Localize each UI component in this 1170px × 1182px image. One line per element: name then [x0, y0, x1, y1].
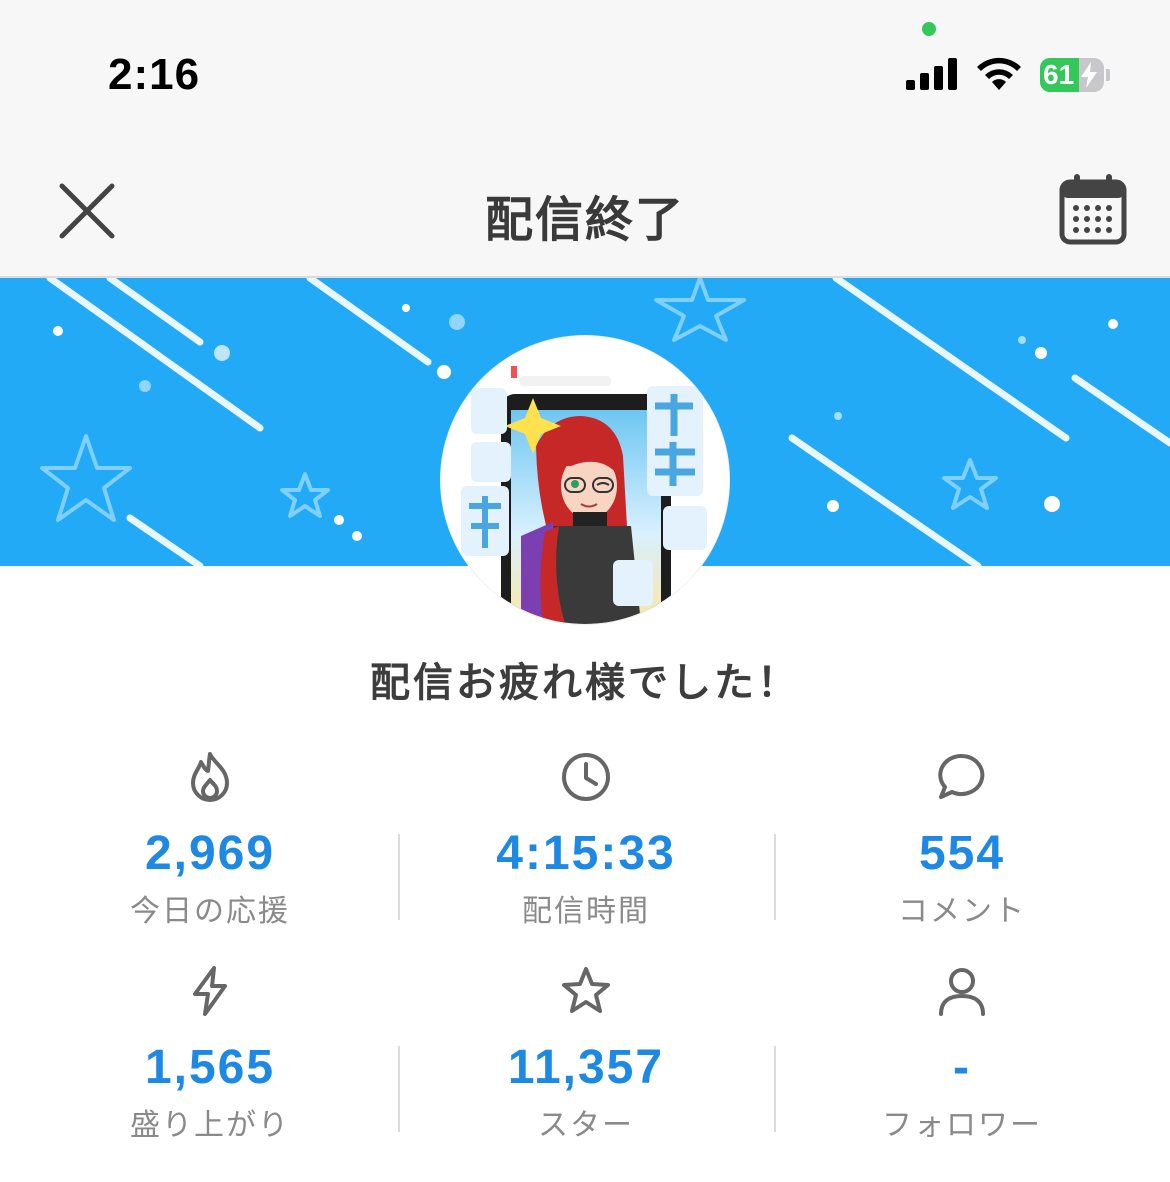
lightning-icon: [193, 966, 227, 1016]
privacy-indicator-dot: [922, 22, 936, 36]
status-time: 2:16: [108, 50, 201, 99]
stat-value: 4:15:33: [496, 827, 676, 880]
star-icon: [562, 967, 610, 1013]
stat-label: フォロワー: [882, 1108, 1042, 1143]
battery-level: 61: [1043, 59, 1075, 90]
stream-end-screen: 2:16 61 配信終了 配信お疲れ様でした！ 2,969 今日の応援 4:15…: [0, 0, 1170, 1182]
stat-stars: 11,357 スター: [398, 964, 774, 1143]
stat-label: 盛り上がり: [130, 1108, 290, 1143]
stat-comments: 554 コメント: [774, 750, 1150, 929]
stat-label: スター: [538, 1108, 634, 1143]
stat-value: 1,565: [144, 1041, 276, 1094]
charging-bolt-icon: [1081, 62, 1097, 88]
status-bar: 2:16 61: [0, 0, 1170, 142]
stat-stream-duration: 4:15:33 配信時間: [398, 750, 774, 929]
stat-value: 2,969: [144, 827, 276, 880]
stat-label: 今日の応援: [130, 894, 290, 929]
calendar-icon: [1059, 174, 1127, 245]
stat-excitement: 1,565 盛り上がり: [22, 964, 398, 1143]
stat-label: コメント: [898, 894, 1026, 929]
stat-value: -: [953, 1041, 971, 1094]
clock-icon: [562, 753, 610, 801]
stat-label: 配信時間: [522, 894, 650, 929]
flame-icon: [191, 752, 229, 802]
page-title: 配信終了: [484, 192, 685, 248]
nav-bar: 配信終了: [0, 142, 1170, 278]
stat-followers: - フォロワー: [774, 964, 1150, 1143]
stat-value: 11,357: [507, 1041, 665, 1094]
comment-icon: [938, 753, 985, 799]
thanks-message: 配信お疲れ様でした！: [370, 660, 800, 706]
wifi-icon: [977, 57, 1021, 90]
calendar-button[interactable]: [1058, 172, 1128, 246]
stat-support-today: 2,969 今日の応援: [22, 750, 398, 929]
stat-value: 554: [918, 827, 1006, 880]
streamer-avatar-image: [441, 336, 729, 624]
cellular-signal-icon: [906, 58, 957, 90]
avatar[interactable]: [441, 336, 729, 624]
person-icon: [939, 968, 985, 1016]
battery-charging-icon: 61: [1040, 58, 1110, 92]
